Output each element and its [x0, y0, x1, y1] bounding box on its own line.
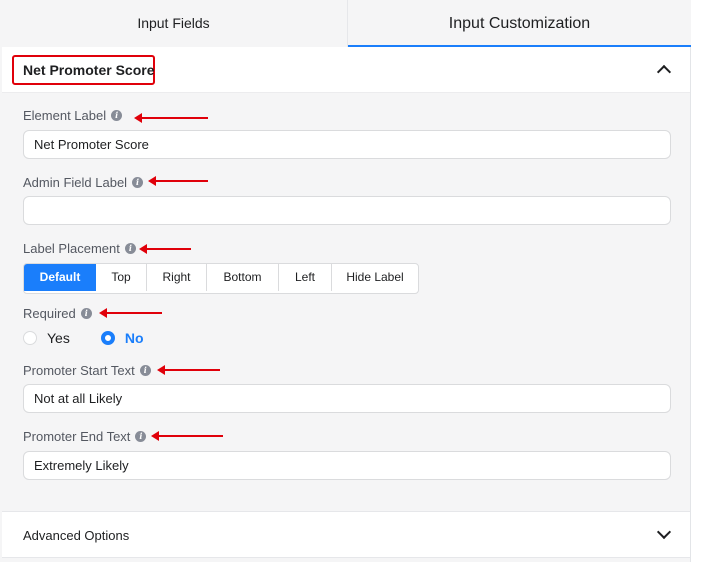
admin-field-label-heading: Admin Field Label i — [23, 175, 144, 190]
annotation-arrow — [151, 431, 223, 441]
chevron-up-icon[interactable] — [656, 64, 672, 80]
chevron-down-icon[interactable] — [656, 524, 672, 540]
placement-option-default[interactable]: Default — [24, 264, 96, 291]
promoter-start-input[interactable]: Not at all Likely — [23, 384, 671, 413]
promoter-start-text: Promoter Start Text — [23, 363, 135, 378]
placement-option-right[interactable]: Right — [147, 264, 207, 291]
annotation-arrow — [99, 308, 162, 318]
placement-option-hide-label[interactable]: Hide Label — [332, 264, 418, 291]
label-placement-text: Label Placement — [23, 241, 120, 256]
element-label-text: Element Label — [23, 108, 107, 123]
info-icon[interactable]: i — [135, 431, 147, 442]
admin-field-label-text: Admin Field Label — [23, 175, 128, 190]
section-title: Net Promoter Score — [23, 62, 155, 78]
section-header[interactable]: Net Promoter Score — [2, 47, 690, 93]
label-placement-segmented-control: Default Top Right Bottom Left Hide Label — [23, 263, 419, 294]
info-icon[interactable]: i — [132, 177, 144, 188]
promoter-end-text: Promoter End Text — [23, 429, 131, 444]
required-text: Required — [23, 306, 76, 321]
tab-input-customization[interactable]: Input Customization — [348, 0, 691, 47]
info-icon[interactable]: i — [124, 243, 136, 254]
required-no-radio[interactable] — [100, 331, 115, 345]
placement-option-bottom[interactable]: Bottom — [207, 264, 279, 291]
promoter-start-heading: Promoter Start Text i — [23, 363, 151, 378]
placement-option-left[interactable]: Left — [279, 264, 332, 291]
required-yes-radio[interactable] — [23, 331, 37, 345]
field-settings: Element Label i Net Promoter Score Admin… — [2, 93, 690, 511]
label-placement-heading: Label Placement i — [23, 241, 136, 256]
annotation-arrow — [139, 244, 191, 254]
annotation-arrow — [148, 176, 208, 186]
info-icon[interactable]: i — [139, 365, 151, 376]
tab-bar: Input Fields Input Customization — [0, 0, 691, 47]
annotation-arrow — [134, 113, 208, 123]
tab-input-fields[interactable]: Input Fields — [0, 0, 348, 47]
tab-input-customization-label: Input Customization — [448, 15, 591, 32]
info-icon[interactable]: i — [111, 110, 123, 121]
annotation-arrow — [157, 365, 220, 375]
advanced-options-header[interactable]: Advanced Options — [2, 511, 690, 558]
admin-field-label-input[interactable] — [23, 196, 671, 225]
advanced-options-title: Advanced Options — [23, 528, 130, 543]
promoter-end-input[interactable]: Extremely Likely — [23, 451, 671, 480]
required-heading: Required i — [23, 306, 92, 321]
placement-option-top[interactable]: Top — [96, 264, 147, 291]
required-no-label[interactable]: No — [125, 330, 144, 346]
element-label-heading: Element Label i — [23, 108, 123, 123]
required-radio-group: Yes No — [23, 329, 144, 347]
info-icon[interactable]: i — [80, 308, 92, 319]
element-label-input[interactable]: Net Promoter Score — [23, 130, 671, 159]
scrollbar-track[interactable] — [691, 0, 701, 562]
promoter-end-heading: Promoter End Text i — [23, 429, 147, 444]
required-yes-label[interactable]: Yes — [47, 330, 70, 346]
